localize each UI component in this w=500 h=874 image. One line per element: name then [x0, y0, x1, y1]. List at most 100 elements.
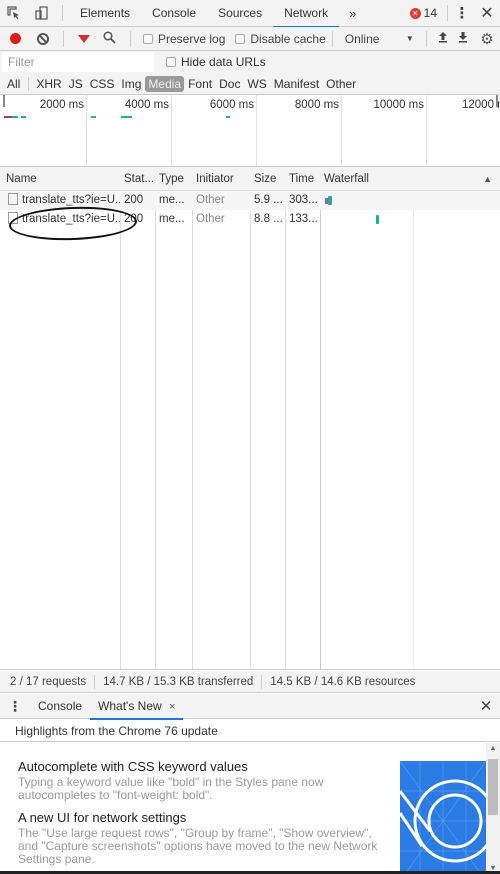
- drawer-tab-console[interactable]: Console: [30, 694, 90, 719]
- column-divider[interactable]: [120, 167, 121, 669]
- kebab-menu-icon[interactable]: ⋮: [0, 698, 30, 715]
- divider: [425, 30, 427, 47]
- search-icon[interactable]: [103, 30, 116, 47]
- network-overview[interactable]: 2000 ms 4000 ms 6000 ms 8000 ms 10000 ms…: [0, 95, 500, 167]
- tab-elements[interactable]: Elements: [69, 0, 141, 27]
- type-filter-js[interactable]: JS: [66, 76, 86, 92]
- type-filter-font[interactable]: Font: [185, 76, 215, 92]
- download-icon[interactable]: [453, 31, 473, 46]
- divider: [130, 30, 131, 47]
- device-toolbar-button[interactable]: [28, 0, 56, 27]
- overview-tick-label: 2000 ms: [39, 99, 84, 111]
- column-header-type[interactable]: Type: [155, 167, 184, 191]
- divider: [62, 5, 63, 21]
- request-size: 8.8 ...: [254, 213, 283, 225]
- request-size: 5.9 ...: [254, 194, 283, 206]
- column-divider[interactable]: [320, 167, 321, 669]
- overview-tick-label: 6000 ms: [209, 99, 254, 111]
- network-status-bar: 2 / 17 requests 14.7 KB / 15.3 KB transf…: [0, 671, 500, 693]
- hide-data-urls-checkbox[interactable]: Hide data URLs: [166, 55, 266, 69]
- column-divider[interactable]: [155, 167, 156, 669]
- more-tabs-button[interactable]: »: [339, 6, 366, 21]
- column-header-waterfall[interactable]: Waterfall: [320, 167, 369, 191]
- table-row[interactable]: translate_tts?ie=U... 200 me... Other 8.…: [0, 210, 500, 229]
- kebab-menu-icon[interactable]: ⋮: [450, 4, 474, 22]
- requests-table: Name Stat... Type Initiator Size Time Wa…: [0, 167, 500, 670]
- request-name: translate_tts?ie=U...: [22, 213, 120, 225]
- column-header-size[interactable]: Size: [250, 167, 276, 191]
- tab-network[interactable]: Network: [273, 0, 340, 28]
- drawer-tab-whats-new[interactable]: What's New ×: [90, 694, 184, 720]
- checkbox-box[interactable]: [143, 33, 153, 44]
- overview-bar: [12, 116, 18, 118]
- funnel-icon[interactable]: [78, 34, 90, 43]
- tab-console[interactable]: Console: [141, 0, 207, 27]
- divider: [447, 5, 448, 21]
- type-filter-ws[interactable]: WS: [244, 76, 269, 92]
- type-filter-doc[interactable]: Doc: [216, 76, 243, 92]
- whats-new-header: Highlights from the Chrome 76 update: [0, 720, 500, 742]
- checkbox-box[interactable]: [166, 57, 176, 67]
- overview-bar: [4, 116, 12, 118]
- overview-gridline: [256, 95, 257, 166]
- disable-cache-label: Disable cache: [250, 31, 326, 46]
- disable-cache-checkbox[interactable]: Disable cache: [235, 31, 326, 46]
- scrollbar-thumb[interactable]: [488, 759, 498, 815]
- divider: [94, 674, 96, 689]
- column-divider[interactable]: [192, 167, 193, 669]
- overview-gridline: [86, 95, 87, 166]
- table-row[interactable]: translate_tts?ie=U... 200 me... Other 5.…: [0, 191, 500, 210]
- type-filter-xhr[interactable]: XHR: [33, 76, 64, 92]
- file-icon: [8, 192, 18, 205]
- request-count: 2 / 17 requests: [10, 675, 87, 688]
- clear-icon[interactable]: [37, 32, 49, 45]
- drawer-tabbar: ⋮ Console What's New × ✕: [0, 694, 500, 720]
- close-icon[interactable]: ✕: [474, 3, 500, 23]
- gear-icon[interactable]: ⚙: [474, 30, 500, 48]
- overview-tick-label: 8000 ms: [294, 99, 339, 111]
- type-filter-all[interactable]: All: [4, 76, 23, 92]
- waterfall-download-bar: [328, 196, 332, 205]
- column-divider[interactable]: [250, 167, 251, 669]
- whats-new-item[interactable]: Autocomplete with CSS keyword values Typ…: [18, 759, 378, 802]
- type-filter-manifest[interactable]: Manifest: [271, 76, 322, 92]
- inspect-element-icon: [7, 6, 19, 20]
- whats-new-item-title[interactable]: A new UI for network settings: [18, 810, 378, 825]
- divider: [261, 674, 263, 689]
- filter-bar: Hide data URLs: [0, 51, 500, 73]
- type-filter-media[interactable]: Media: [145, 75, 185, 92]
- preserve-log-label: Preserve log: [158, 31, 226, 46]
- preserve-log-checkbox[interactable]: Preserve log: [143, 32, 225, 46]
- whats-new-item[interactable]: A new UI for network settings The "Use l…: [18, 810, 378, 866]
- close-tab-icon[interactable]: ×: [169, 701, 175, 713]
- whats-new-item-title[interactable]: Autocomplete with CSS keyword values: [18, 759, 378, 774]
- inspect-element-button[interactable]: [0, 0, 28, 27]
- sort-ascending-icon[interactable]: ▲: [483, 167, 492, 191]
- error-count-badge[interactable]: ✕ 14: [409, 6, 445, 20]
- type-filter-other[interactable]: Other: [323, 76, 359, 92]
- close-drawer-icon[interactable]: ✕: [472, 697, 500, 715]
- scrollbar[interactable]: ▲ ▼: [486, 743, 500, 874]
- request-name: translate_tts?ie=U...: [22, 194, 120, 206]
- request-status: 200: [124, 194, 144, 206]
- column-header-initiator[interactable]: Initiator: [192, 167, 234, 191]
- checkbox-box[interactable]: [235, 33, 246, 44]
- type-filter-css[interactable]: CSS: [87, 76, 118, 92]
- scroll-up-icon[interactable]: ▲: [486, 745, 500, 752]
- upload-icon[interactable]: [433, 31, 453, 46]
- record-icon[interactable]: [10, 33, 21, 44]
- transferred-size: 14.7 KB / 15.3 KB transferred: [103, 675, 254, 688]
- column-header-status[interactable]: Stat...: [120, 167, 154, 191]
- tab-sources[interactable]: Sources: [207, 0, 273, 27]
- column-divider[interactable]: [285, 167, 286, 669]
- divider: [63, 30, 64, 47]
- resources-size: 14.5 KB / 14.6 KB resources: [270, 675, 416, 688]
- overview-bar: [91, 116, 96, 118]
- column-header-time[interactable]: Time: [285, 167, 314, 191]
- filter-input[interactable]: [2, 52, 154, 72]
- column-header-name[interactable]: Name: [2, 167, 37, 191]
- throttling-select[interactable]: Online ▼: [345, 32, 420, 46]
- overview-bar: [121, 116, 132, 118]
- type-filter-img[interactable]: Img: [118, 76, 144, 92]
- resource-type-filters: All XHR JS CSS Img Media Font Doc WS Man…: [0, 73, 500, 95]
